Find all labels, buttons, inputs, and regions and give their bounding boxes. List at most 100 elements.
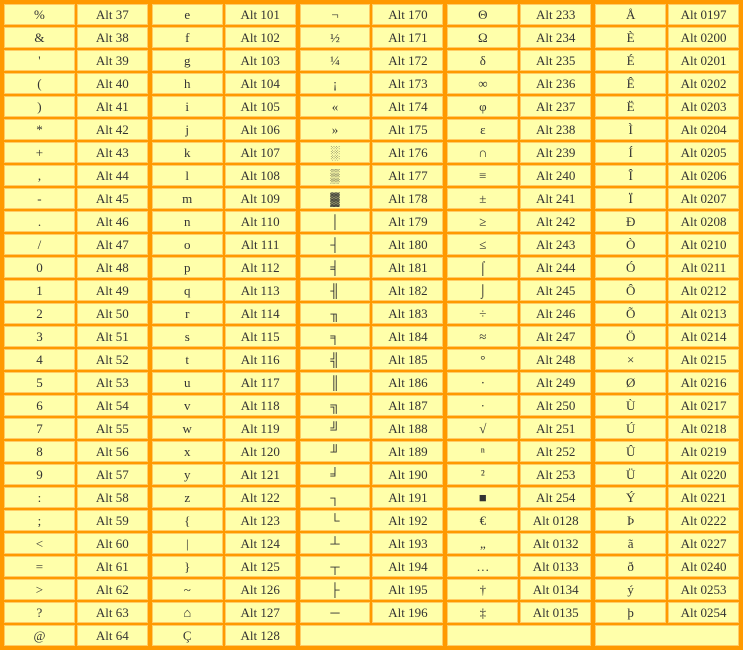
- table-row: qAlt 113: [152, 280, 296, 301]
- code-cell: Alt 248: [520, 349, 591, 370]
- symbol-cell: >: [4, 579, 75, 600]
- table-row: fAlt 102: [152, 27, 296, 48]
- symbol-cell: 8: [4, 441, 75, 462]
- code-cell: Alt 103: [225, 50, 296, 71]
- symbol-cell: ⌠: [447, 257, 518, 278]
- code-cell: Alt 113: [225, 280, 296, 301]
- code-cell: Alt 247: [520, 326, 591, 347]
- symbol-cell: ý: [595, 579, 666, 600]
- code-cell: Alt 0204: [668, 119, 739, 140]
- code-cell: Alt 53: [77, 372, 148, 393]
- code-cell: Alt 0135: [520, 602, 591, 623]
- symbol-cell: ⌡: [447, 280, 518, 301]
- code-cell: Alt 41: [77, 96, 148, 117]
- table-row: ¡Alt 173: [300, 73, 444, 94]
- code-cell: Alt 46: [77, 211, 148, 232]
- symbol-cell: └: [300, 510, 371, 531]
- symbol-cell: o: [152, 234, 223, 255]
- symbol-cell: ┤: [300, 234, 371, 255]
- code-cell: Alt 0208: [668, 211, 739, 232]
- code-cell: Alt 253: [520, 464, 591, 485]
- table-row: †Alt 0134: [447, 579, 591, 600]
- code-cell: Alt 0207: [668, 188, 739, 209]
- table-row: ÞAlt 0222: [595, 510, 739, 531]
- symbol-cell: ▓: [300, 188, 371, 209]
- symbol-cell: ▒: [300, 165, 371, 186]
- code-cell: Alt 0205: [668, 142, 739, 163]
- alt-codes-table: %Alt 37&Alt 38'Alt 39(Alt 40)Alt 41*Alt …: [4, 4, 739, 646]
- code-cell: Alt 238: [520, 119, 591, 140]
- table-row: /Alt 47: [4, 234, 148, 255]
- symbol-cell: z: [152, 487, 223, 508]
- code-cell: Alt 125: [225, 556, 296, 577]
- symbol-cell: ;: [4, 510, 75, 531]
- table-row: }Alt 125: [152, 556, 296, 577]
- code-cell: Alt 0213: [668, 303, 739, 324]
- code-cell: Alt 174: [372, 96, 443, 117]
- table-row: ∞Alt 236: [447, 73, 591, 94]
- table-row: gAlt 103: [152, 50, 296, 71]
- table-row: iAlt 105: [152, 96, 296, 117]
- table-row: oAlt 111: [152, 234, 296, 255]
- code-cell: Alt 0197: [668, 4, 739, 25]
- symbol-cell: Ö: [595, 326, 666, 347]
- symbol-cell: Ê: [595, 73, 666, 94]
- table-row: ½Alt 171: [300, 27, 444, 48]
- code-cell: Alt 0134: [520, 579, 591, 600]
- table-row: 6Alt 54: [4, 395, 148, 416]
- symbol-cell: │: [300, 211, 371, 232]
- code-cell: Alt 245: [520, 280, 591, 301]
- table-row: φAlt 237: [447, 96, 591, 117]
- symbol-cell: y: [152, 464, 223, 485]
- table-row: .Alt 46: [4, 211, 148, 232]
- symbol-cell: x: [152, 441, 223, 462]
- symbol-cell: †: [447, 579, 518, 600]
- table-row: sAlt 115: [152, 326, 296, 347]
- symbol-cell: r: [152, 303, 223, 324]
- code-cell: Alt 0219: [668, 441, 739, 462]
- table-row: └Alt 192: [300, 510, 444, 531]
- table-row: zAlt 122: [152, 487, 296, 508]
- symbol-cell: þ: [595, 602, 666, 623]
- symbol-cell: +: [4, 142, 75, 163]
- table-row: ┴Alt 193: [300, 533, 444, 554]
- code-cell: Alt 48: [77, 257, 148, 278]
- symbol-cell: ð: [595, 556, 666, 577]
- code-cell: Alt 120: [225, 441, 296, 462]
- symbol-cell: «: [300, 96, 371, 117]
- code-cell: Alt 241: [520, 188, 591, 209]
- symbol-cell: m: [152, 188, 223, 209]
- symbol-cell: e: [152, 4, 223, 25]
- table-row: ╗Alt 187: [300, 395, 444, 416]
- table-row: +Alt 43: [4, 142, 148, 163]
- symbol-cell: ): [4, 96, 75, 117]
- symbol-cell: ∩: [447, 142, 518, 163]
- code-cell: Alt 0215: [668, 349, 739, 370]
- symbol-cell: ║: [300, 372, 371, 393]
- code-cell: Alt 254: [520, 487, 591, 508]
- table-row: ðAlt 0240: [595, 556, 739, 577]
- code-cell: Alt 249: [520, 372, 591, 393]
- symbol-cell: 5: [4, 372, 75, 393]
- symbol-cell: ░: [300, 142, 371, 163]
- symbol-cell: &: [4, 27, 75, 48]
- table-row: eAlt 101: [152, 4, 296, 25]
- table-row: ×Alt 0215: [595, 349, 739, 370]
- symbol-cell: ~: [152, 579, 223, 600]
- code-cell: Alt 177: [372, 165, 443, 186]
- symbol-cell: É: [595, 50, 666, 71]
- table-row: (Alt 40: [4, 73, 148, 94]
- table-row: ÷Alt 246: [447, 303, 591, 324]
- symbol-cell: ã: [595, 533, 666, 554]
- code-cell: Alt 237: [520, 96, 591, 117]
- code-cell: Alt 236: [520, 73, 591, 94]
- code-cell: Alt 104: [225, 73, 296, 94]
- code-cell: Alt 128: [225, 625, 296, 646]
- code-cell: Alt 117: [225, 372, 296, 393]
- table-row: ÝAlt 0221: [595, 487, 739, 508]
- code-cell: Alt 0128: [520, 510, 591, 531]
- code-cell: Alt 250: [520, 395, 591, 416]
- table-row: ÚAlt 0218: [595, 418, 739, 439]
- code-cell: Alt 50: [77, 303, 148, 324]
- table-row: >Alt 62: [4, 579, 148, 600]
